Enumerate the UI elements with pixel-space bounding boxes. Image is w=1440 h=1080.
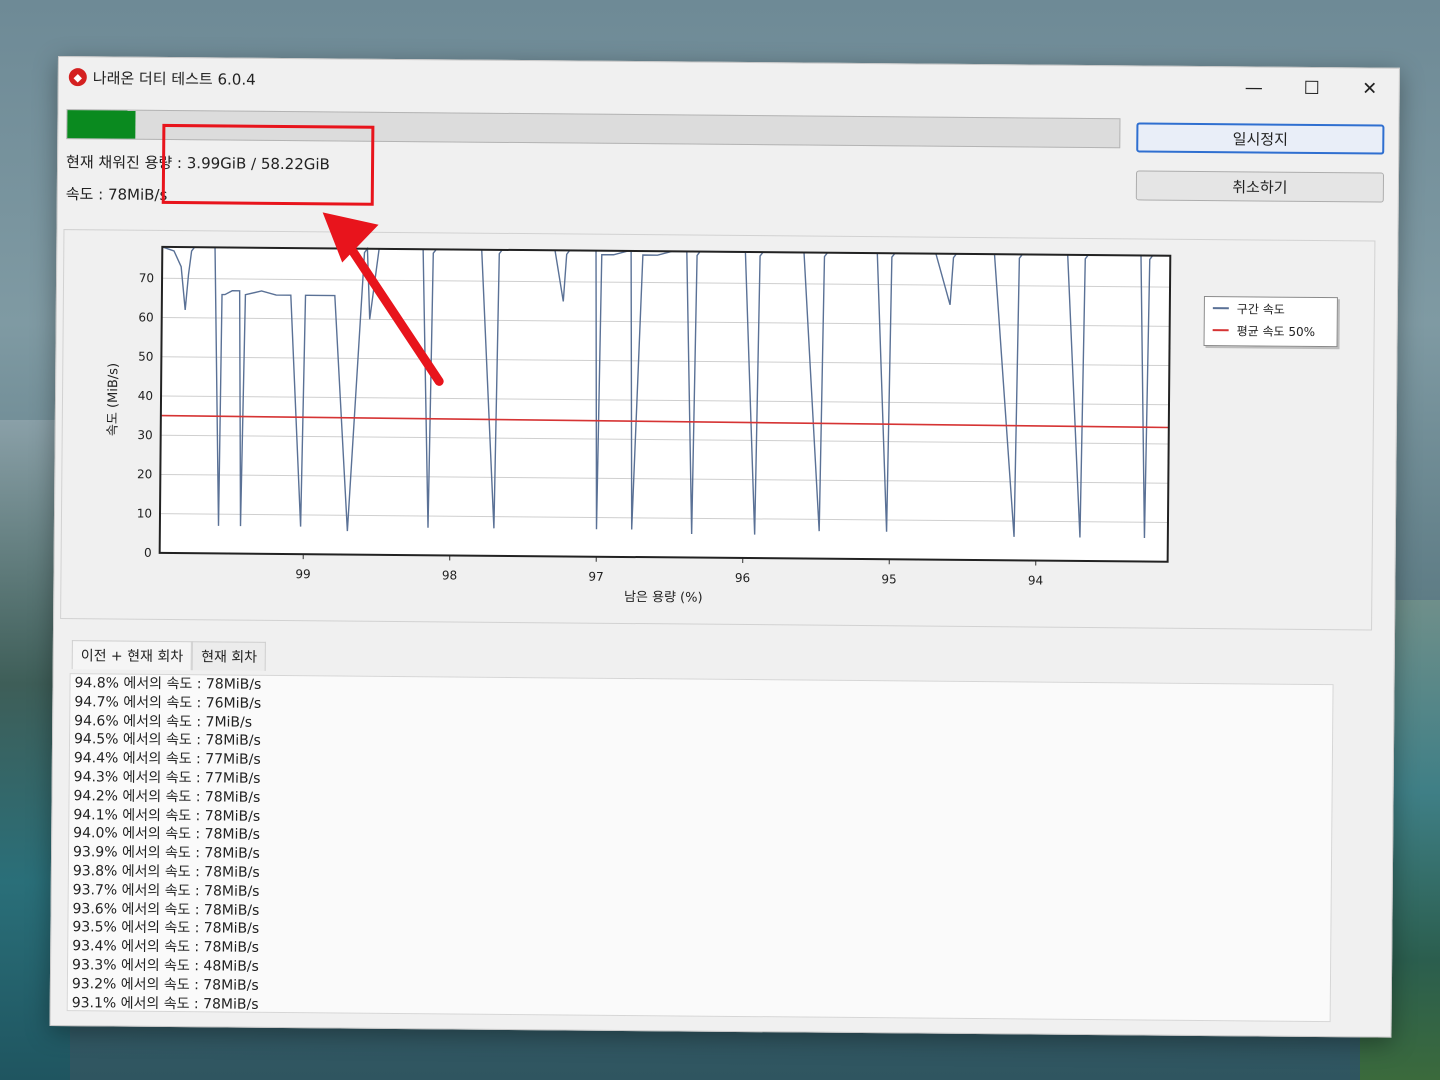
legend-item-interval: 구간 속도 [1205, 297, 1337, 320]
pause-button[interactable]: 일시정지 [1136, 122, 1385, 155]
annotation-highlight-box [161, 123, 375, 206]
log-scrollbar[interactable] [1332, 945, 1334, 1004]
y-tick-label: 0 [144, 546, 152, 560]
x-axis-label: 남은 용량 (%) [624, 590, 703, 606]
window-title: 나래온 더티 테스트 6.0.4 [92, 68, 256, 89]
legend-item-average: 평균 속도 50% [1205, 319, 1337, 342]
title-bar[interactable]: ◆ 나래온 더티 테스트 6.0.4 — ☐ ✕ [59, 57, 1399, 109]
close-button[interactable]: ✕ [1341, 68, 1399, 109]
x-tick-label: 99 [295, 567, 310, 581]
speed-chart: 0 10 20 30 40 50 60 70 99 98 97 96 95 94 남은 용량 (%) 속도 (… [106, 245, 1172, 606]
y-tick-label: 10 [137, 506, 152, 520]
app-logo-icon: ◆ [68, 68, 87, 87]
x-tick-label: 94 [1028, 573, 1043, 587]
app-window: ◆ 나래온 더티 테스트 6.0.4 — ☐ ✕ 현재 채워진 용량 : 3.9… [49, 56, 1400, 1038]
speed-label: 속도 : 78MiB/s [65, 185, 168, 204]
legend-label-average: 평균 속도 50% [1236, 323, 1316, 339]
legend-swatch-interval [1212, 307, 1229, 310]
minimize-button[interactable]: — [1225, 67, 1283, 108]
y-axis-label: 속도 (MiB/s) [106, 363, 122, 436]
tab-previous-current[interactable]: 이전 + 현재 회차 [71, 640, 193, 671]
y-tick-label: 40 [138, 389, 153, 403]
chart-legend: 구간 속도 평균 속도 50% [1203, 296, 1338, 348]
y-tick-label: 50 [138, 350, 153, 364]
legend-swatch-average [1212, 329, 1229, 332]
y-tick-label: 60 [138, 310, 153, 324]
cancel-button[interactable]: 취소하기 [1135, 170, 1385, 203]
maximize-button[interactable]: ☐ [1283, 68, 1341, 109]
log-tabs: 이전 + 현재 회차 현재 회차 [71, 640, 267, 671]
red-arrow-icon [322, 212, 444, 386]
legend-label-interval: 구간 속도 [1236, 301, 1285, 317]
x-tick-label: 98 [442, 568, 457, 582]
progress-fill [67, 110, 136, 139]
y-tick-label: 70 [139, 271, 154, 285]
tab-current[interactable]: 현재 회차 [192, 641, 267, 671]
chart-panel: 0 10 20 30 40 50 60 70 99 98 97 96 95 94 남은 용량 (%) 속도 (… [60, 229, 1376, 631]
x-tick-label: 96 [735, 571, 750, 585]
y-tick-label: 30 [137, 428, 152, 442]
x-tick-label: 95 [881, 572, 896, 586]
window-controls: — ☐ ✕ [1225, 67, 1399, 109]
speed-log-list[interactable]: 94.8% 에서의 속도 : 78MiB/s 94.7% 에서의 속도 : 76M… [66, 673, 1334, 1023]
x-tick-label: 97 [588, 570, 603, 584]
y-tick-label: 20 [137, 467, 152, 481]
